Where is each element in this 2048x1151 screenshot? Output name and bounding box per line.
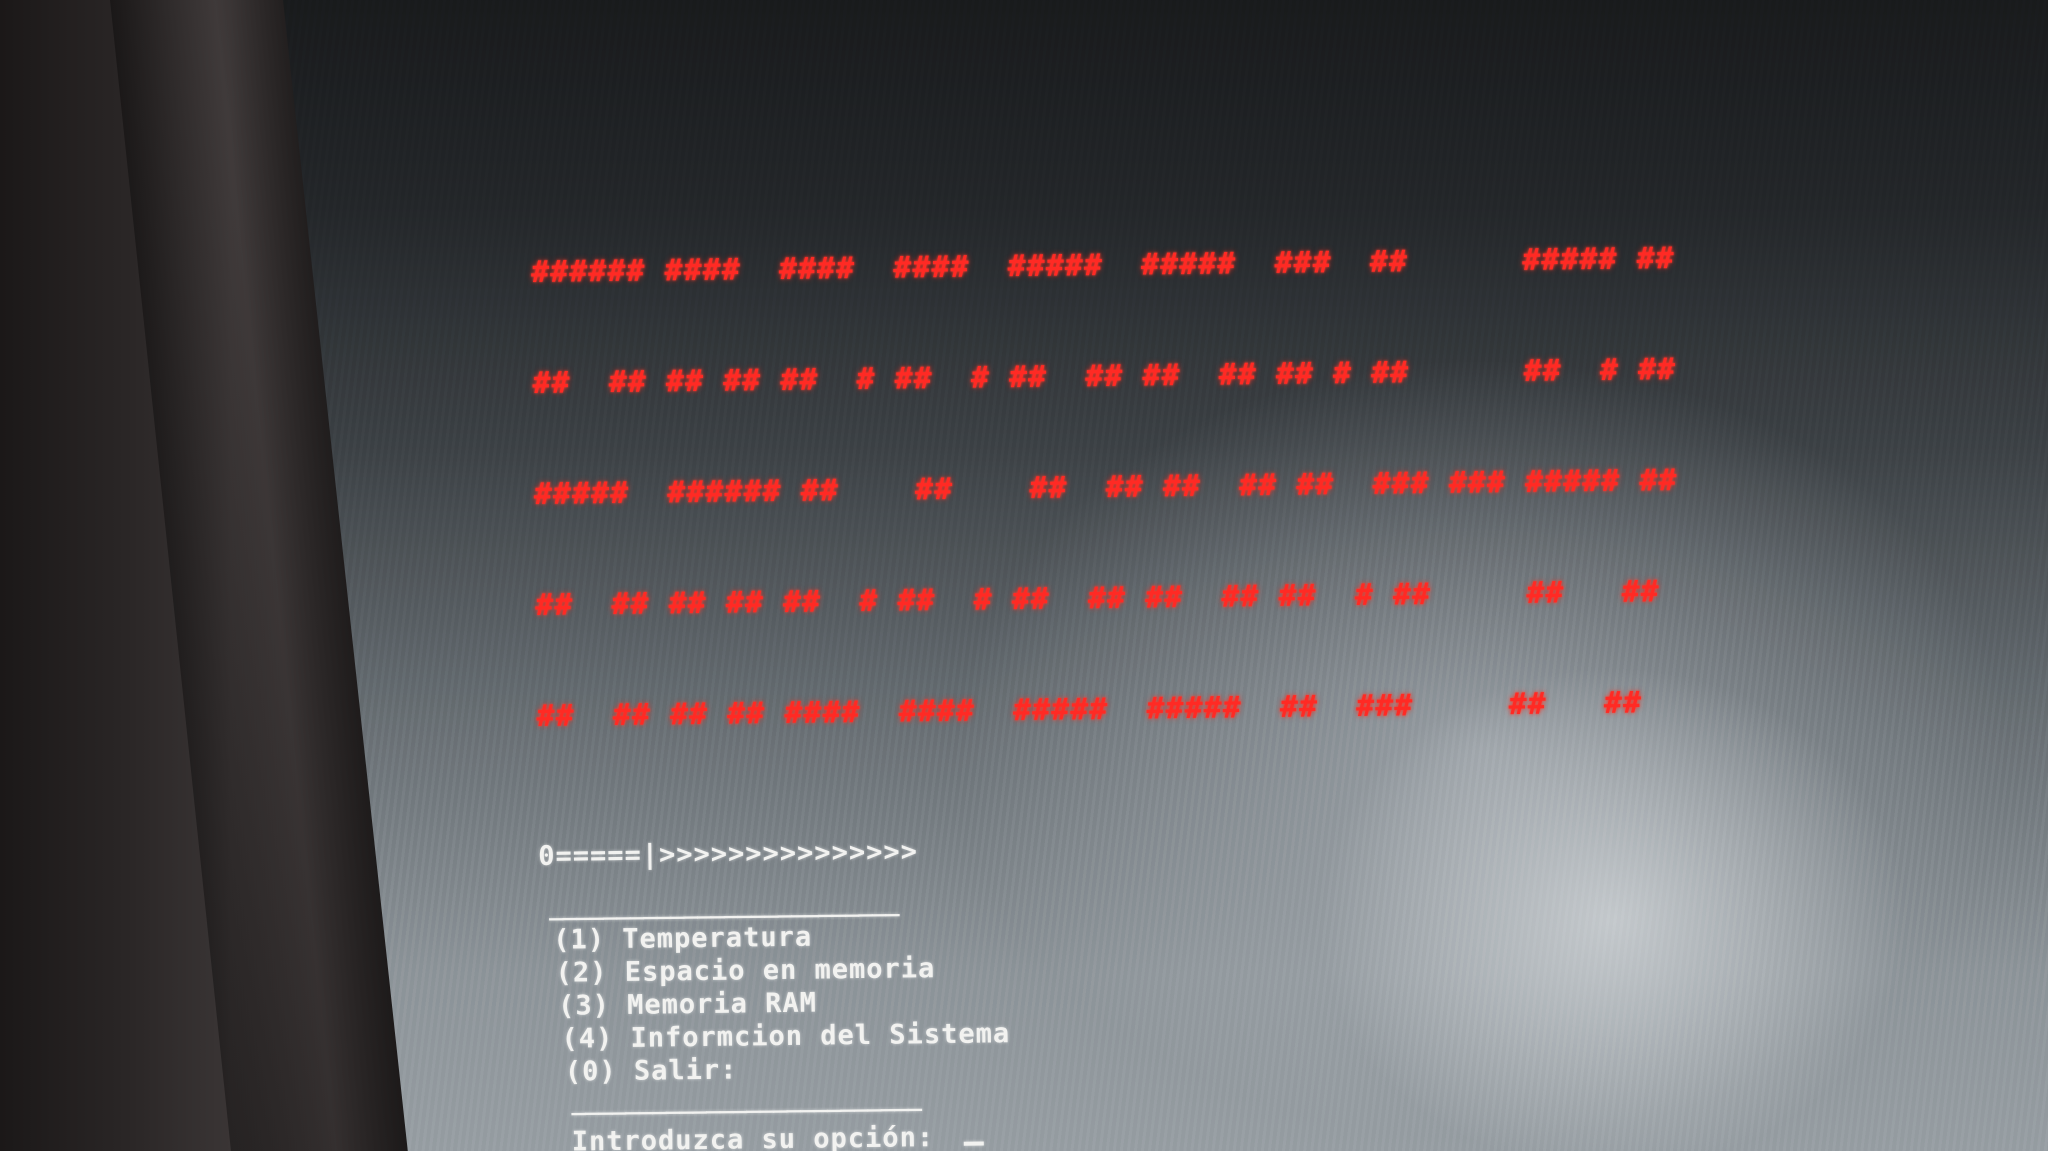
progress-indicator: 0=====|>>>>>>>>>>>>>>> (538, 836, 919, 872)
banner-line: ##### ###### ## ## ## ## ## ## ## ### ##… (533, 463, 1678, 512)
main-menu: (1) Temperatura (2) Espacio en memoria (… (553, 906, 2011, 1089)
photo-frame: ###### #### #### #### ##### ##### ### ##… (0, 0, 2048, 1151)
banner-line: ## ## ## ## #### #### ##### ##### ## ###… (536, 685, 1643, 734)
banner-line: ## ## ## ## ## # ## # ## ## ## ## ## # #… (534, 574, 1660, 623)
terminal-console[interactable]: ###### #### #### #### ##### ##### ### ##… (530, 162, 2012, 1151)
prompt-label: Introduzca su opción: (571, 1122, 935, 1151)
text-cursor[interactable] (964, 1141, 985, 1146)
ascii-banner: ###### #### #### #### ##### ##### ### ##… (530, 162, 2008, 809)
banner-line: ###### #### #### #### ##### ##### ### ##… (530, 241, 1675, 290)
banner-line: ## ## ## ## ## # ## # ## ## ## ## ## # #… (532, 352, 1677, 401)
